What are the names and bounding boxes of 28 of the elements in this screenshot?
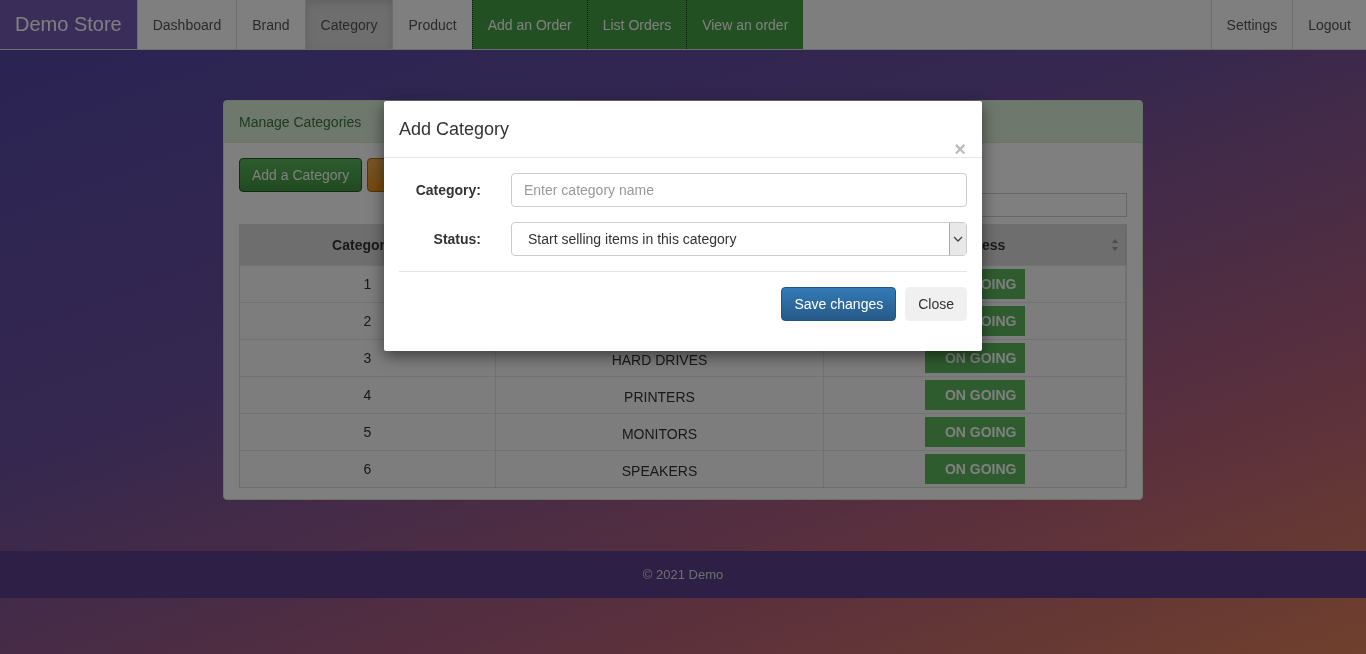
table-cell: MONITORS — [496, 413, 824, 450]
copyright-text: © 2021 Demo — [642, 567, 724, 582]
add-button[interactable]: Add a Category — [239, 158, 363, 192]
close-button[interactable]: Close — [905, 287, 967, 321]
header-text: ess — [982, 237, 1006, 253]
table-cell: PRINTERS — [496, 376, 824, 413]
nav-link[interactable]: Category — [304, 0, 393, 49]
table-cell: 6 — [240, 450, 496, 487]
header-text: Categor — [332, 237, 385, 253]
nav-link[interactable]: View an order — [686, 0, 804, 49]
panel-title: Manage Categories — [239, 113, 362, 130]
close-button[interactable]: × — [954, 139, 966, 159]
category-input[interactable]: Enter category name — [511, 173, 967, 207]
table-cell: 5 — [240, 413, 496, 450]
brand-logo[interactable]: Demo Store — [0, 0, 137, 49]
nav-link[interactable]: List Orders — [586, 0, 687, 49]
field-label: Category: — [414, 182, 481, 198]
status-badge: ON GOING — [924, 454, 1025, 484]
field-label: Status: — [432, 231, 481, 247]
status-badge: ON GOING — [924, 380, 1025, 410]
nav-link[interactable]: Add an Order — [471, 0, 587, 49]
table-cell: 4 — [240, 376, 496, 413]
table-cell: SPEAKERS — [496, 450, 824, 487]
status-select[interactable]: Start selling items in this category — [511, 222, 967, 256]
status-badge: ON GOING — [924, 417, 1025, 447]
modal-title: Add Category — [399, 118, 510, 140]
caret-icon — [949, 223, 966, 255]
save-button[interactable]: Save changes — [781, 287, 897, 321]
